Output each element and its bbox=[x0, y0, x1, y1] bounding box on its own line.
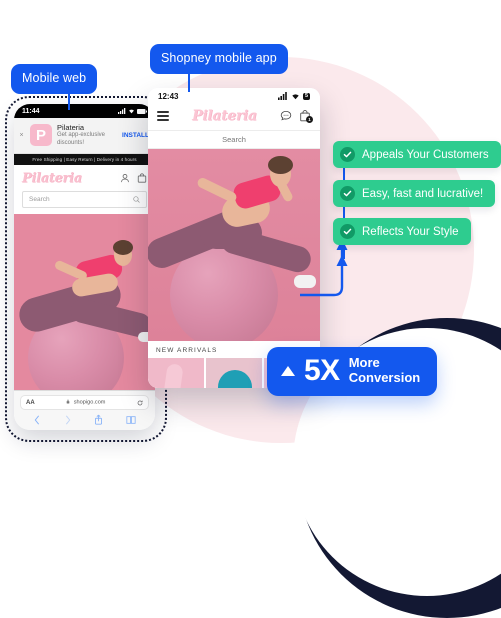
battery-icon bbox=[137, 108, 147, 114]
status-time: 11:44 bbox=[22, 107, 40, 115]
hair bbox=[113, 239, 133, 255]
status-indicators: 5 bbox=[277, 92, 310, 100]
feature-pill-label: Appeals Your Customers bbox=[362, 148, 489, 161]
close-icon[interactable]: × bbox=[18, 132, 25, 139]
speckle-dot bbox=[449, 348, 451, 350]
conversion-line-1: More bbox=[348, 355, 380, 371]
app-header: Pilateria 1 bbox=[148, 104, 320, 130]
safari-browser-bar: AA shopigo.com bbox=[14, 390, 155, 430]
label-mobile-web-stem bbox=[68, 92, 70, 110]
check-circle-icon bbox=[340, 186, 355, 201]
cart-badge: 1 bbox=[306, 116, 313, 123]
mobile-web-phone: 11:44 × P Pilateria Get app-exclusive di… bbox=[14, 104, 155, 430]
app-hero-image bbox=[148, 149, 320, 341]
speckle-dot bbox=[441, 398, 443, 400]
wifi-icon bbox=[292, 94, 299, 100]
feature-pill-reflects-your-style[interactable]: Reflects Your Style bbox=[333, 218, 471, 245]
status-time: 12:43 bbox=[158, 91, 179, 101]
mobile-web-hero-image bbox=[14, 213, 155, 397]
mobile-web-header-icons bbox=[120, 173, 147, 184]
wifi-icon bbox=[129, 109, 134, 114]
promo-bar: Free Shipping | Easy Return | Delivery i… bbox=[14, 153, 155, 165]
feature-pill-label: Easy, fast and lucrative! bbox=[362, 187, 484, 200]
address-bar[interactable]: AA shopigo.com bbox=[20, 395, 149, 410]
chat-bubble-icon[interactable] bbox=[280, 110, 292, 122]
app-header-icons: 1 bbox=[280, 110, 313, 123]
smart-banner-title: Pilateria bbox=[57, 123, 85, 132]
battery-icon: 5 bbox=[302, 92, 310, 100]
hamburger-menu-icon[interactable] bbox=[157, 111, 169, 121]
app-store-logo: Pilateria bbox=[192, 108, 257, 124]
label-mobile-web: Mobile web bbox=[11, 64, 98, 94]
speckle-dot bbox=[392, 440, 394, 442]
check-circle-icon bbox=[340, 147, 355, 162]
speckle-dot bbox=[463, 372, 465, 374]
search-placeholder: Search bbox=[29, 195, 50, 203]
feature-pill-easy-fast-and-lucrative[interactable]: Easy, fast and lucrative! bbox=[333, 180, 496, 207]
check-circle-icon bbox=[340, 224, 355, 239]
triangle-up-icon bbox=[281, 366, 295, 376]
reload-icon bbox=[137, 400, 143, 405]
url-host: shopigo.com bbox=[73, 399, 106, 406]
chevron-right-icon[interactable] bbox=[64, 415, 72, 425]
product-thumbnail[interactable] bbox=[206, 358, 262, 388]
smart-banner-text: Pilateria Get app-exclusive discounts! bbox=[57, 123, 117, 148]
install-button[interactable]: INSTALL bbox=[122, 132, 151, 139]
conversion-multiplier: 5X bbox=[304, 354, 340, 387]
share-icon[interactable] bbox=[94, 414, 103, 425]
status-indicators bbox=[118, 108, 147, 114]
store-logo[interactable]: Pilateria bbox=[22, 171, 82, 186]
mobile-web-search-wrap: Search bbox=[14, 190, 155, 214]
browser-toolbar bbox=[14, 413, 155, 430]
mobile-web-header: Pilateria bbox=[14, 165, 155, 191]
bag-icon bbox=[137, 173, 147, 184]
text-size-button[interactable]: AA bbox=[26, 400, 35, 406]
hair bbox=[268, 156, 293, 174]
conversion-line-2: Conversion bbox=[348, 370, 421, 385]
lock-icon bbox=[66, 399, 70, 404]
search-icon bbox=[133, 196, 140, 203]
search-input[interactable]: Search bbox=[22, 190, 147, 208]
feature-pill-appeals-your-customers[interactable]: Appeals Your Customers bbox=[333, 141, 501, 168]
app-search-bar[interactable]: Search bbox=[148, 130, 320, 149]
mobile-web-status-bar: 11:44 bbox=[14, 104, 155, 118]
url-row: AA shopigo.com bbox=[14, 391, 155, 413]
conversion-text: More Conversion bbox=[349, 356, 421, 385]
app-install-smart-banner[interactable]: × P Pilateria Get app-exclusive discount… bbox=[14, 118, 155, 154]
product-thumbnail[interactable] bbox=[148, 358, 204, 388]
label-shopney-app: Shopney mobile app bbox=[150, 44, 288, 74]
app-status-bar: 12:43 5 bbox=[148, 88, 320, 104]
app-icon: P bbox=[30, 124, 52, 147]
signal-bars-icon bbox=[118, 108, 126, 114]
conversion-badge: 5X More Conversion bbox=[267, 347, 438, 396]
url-text: shopigo.com bbox=[35, 399, 137, 406]
account-icon bbox=[121, 174, 129, 183]
connector-arrow bbox=[300, 239, 348, 297]
chevron-left-icon[interactable] bbox=[33, 415, 41, 425]
speckle-dot bbox=[419, 424, 421, 426]
signal-bars-icon bbox=[277, 92, 287, 100]
smart-banner-subtitle: Get app-exclusive discounts! bbox=[57, 132, 106, 147]
book-icon[interactable] bbox=[126, 415, 136, 425]
speckle-dot bbox=[470, 410, 472, 412]
label-shopney-app-stem bbox=[188, 72, 190, 92]
illustration-canvas: Mobile web Shopney mobile app 11:44 × P … bbox=[0, 0, 501, 618]
feature-pill-label: Reflects Your Style bbox=[362, 225, 459, 238]
shopney-app-phone: 12:43 5 Pilateria 1 Search NEW ARRIVALS bbox=[148, 88, 320, 388]
